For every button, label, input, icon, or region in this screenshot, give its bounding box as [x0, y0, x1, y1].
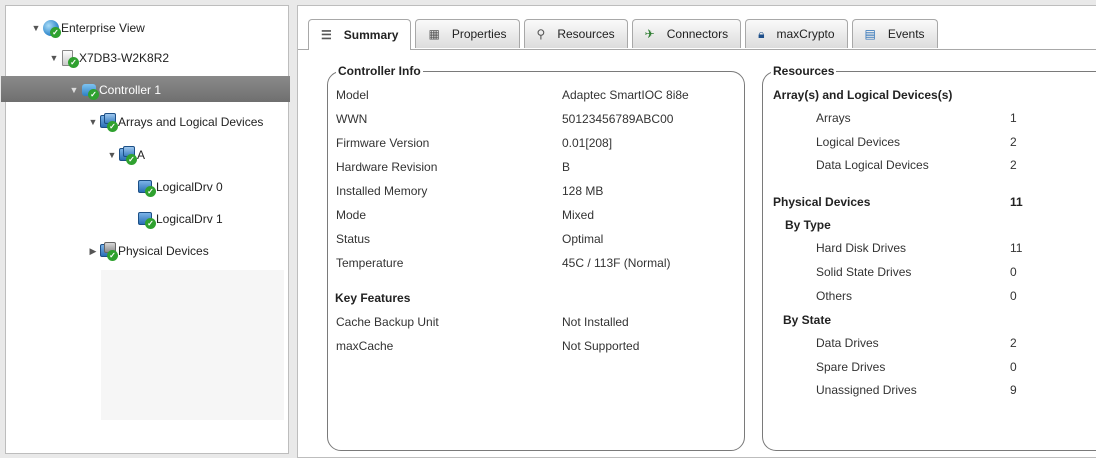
info-value: 0.01[208] [562, 136, 613, 150]
expand-arrow-icon[interactable]: ▼ [87, 117, 99, 127]
server-icon: ✓ [60, 49, 79, 68]
array-icon: ✓ [118, 146, 137, 165]
tab-bar: ☰ Summary ▦ Properties ⚲ Resources ✈ Con… [308, 19, 942, 50]
info-value: 45C / 113F (Normal) [562, 256, 671, 270]
key-features-heading: Key Features [335, 291, 411, 305]
resource-label: Unassigned Drives [816, 383, 917, 397]
physical-devices-icon: ✓ [99, 242, 118, 261]
tab-properties[interactable]: ▦ Properties [415, 19, 520, 48]
info-value: Adaptec SmartIOC 8i8e [562, 88, 689, 102]
resources-group: Resources [762, 64, 1096, 451]
resource-label: Others [816, 289, 853, 303]
info-label: Installed Memory [336, 184, 428, 198]
tab-divider [298, 49, 1096, 50]
tree-node-physical-devices[interactable]: ▶ ✓ Physical Devices [87, 240, 209, 262]
content-panel: ☰ Summary ▦ Properties ⚲ Resources ✈ Con… [297, 5, 1096, 458]
tree-node-enterprise-view[interactable]: ▼ ✓ Enterprise View [30, 17, 145, 39]
resource-label: Hard Disk Drives [816, 241, 907, 255]
by-state-heading: By State [783, 313, 832, 327]
resources-title: Resources [771, 64, 837, 78]
tab-label: Summary [343, 28, 399, 42]
tree-node-controller[interactable]: ▼ ✓ Controller 1 [68, 79, 161, 101]
resource-value: 2 [1010, 158, 1017, 172]
tab-label: Resources [557, 27, 615, 41]
info-label: Status [336, 232, 371, 246]
resource-label: Data Drives [816, 336, 879, 350]
resource-label: Solid State Drives [816, 265, 912, 279]
tree-node-label: Arrays and Logical Devices [118, 115, 264, 129]
feature-value: Not Supported [562, 339, 640, 353]
tree-node-host[interactable]: ▼ ✓ X7DB3-W2K8R2 [48, 47, 169, 69]
tree-node-label: X7DB3-W2K8R2 [79, 51, 170, 65]
tree-node-logicaldrv-1[interactable]: ✓ LogicalDrv 1 [137, 208, 223, 230]
tree-node-label: LogicalDrv 1 [156, 212, 223, 226]
info-label: Hardware Revision [336, 160, 438, 174]
tree-node-logicaldrv-0[interactable]: ✓ LogicalDrv 0 [137, 176, 223, 198]
enterprise-globe-icon: ✓ [42, 19, 61, 38]
expand-arrow-icon[interactable]: ▼ [106, 150, 118, 160]
resource-value: 0 [1010, 265, 1017, 279]
tab-maxcrypto[interactable]: 🔒︎ maxCrypto [745, 19, 848, 48]
tree-node-label: Physical Devices [118, 244, 209, 258]
resource-label: Arrays [816, 111, 851, 125]
resource-value: 9 [1010, 383, 1017, 397]
tree-empty-area [101, 270, 284, 420]
info-value: 128 MB [562, 184, 604, 198]
lock-icon: 🔒︎ [758, 26, 765, 41]
tree-node-label: Controller 1 [99, 83, 162, 97]
feature-label: maxCache [336, 339, 394, 353]
info-value: Optimal [562, 232, 604, 246]
resource-value: 2 [1010, 336, 1017, 350]
info-value: B [562, 160, 571, 174]
properties-icon: ▦ [428, 27, 440, 41]
collapse-arrow-icon[interactable]: ▶ [87, 246, 99, 257]
info-label: Temperature [336, 256, 404, 270]
resource-label: Logical Devices [816, 135, 901, 149]
tree-node-label: Enterprise View [61, 21, 145, 35]
tab-label: Properties [451, 27, 507, 41]
resource-label: Spare Drives [816, 360, 886, 374]
info-label: Mode [336, 208, 367, 222]
resource-value: 0 [1010, 289, 1017, 303]
info-label: WWN [336, 112, 368, 126]
info-label: Firmware Version [336, 136, 430, 150]
arrays-heading: Array(s) and Logical Devices(s) [773, 88, 953, 102]
tree-node-label: A [137, 148, 146, 162]
logical-drive-icon: ✓ [137, 210, 156, 229]
tab-label: maxCrypto [776, 27, 835, 41]
feature-value: Not Installed [562, 315, 629, 329]
tree-node-label: LogicalDrv 0 [156, 180, 223, 194]
expand-arrow-icon[interactable]: ▼ [48, 53, 60, 63]
tab-label: Connectors [666, 27, 729, 41]
resource-value: 0 [1010, 360, 1017, 374]
resource-label: Data Logical Devices [816, 158, 929, 172]
resource-value: 11 [1010, 241, 1023, 255]
tab-label: Events [887, 27, 925, 41]
info-value: Mixed [562, 208, 595, 222]
physical-devices-total: 11 [1010, 195, 1023, 209]
calendar-icon: ▤ [864, 27, 876, 41]
resource-value: 2 [1010, 135, 1017, 149]
tree-node-arrays[interactable]: ▼ ✓ Arrays and Logical Devices [87, 111, 263, 133]
expand-arrow-icon[interactable]: ▼ [68, 85, 80, 95]
tab-connectors[interactable]: ✈ Connectors [631, 19, 742, 48]
info-label: Model [336, 88, 369, 102]
document-icon: ☰ [321, 28, 332, 42]
logical-drive-icon: ✓ [137, 178, 156, 197]
by-type-heading: By Type [785, 218, 831, 232]
connector-icon: ✈ [644, 27, 655, 41]
controller-info-title: Controller Info [336, 64, 423, 78]
info-value: 50123456789ABC00 [562, 112, 674, 126]
physical-devices-heading: Physical Devices [773, 195, 871, 209]
magnifier-icon: ⚲ [536, 27, 546, 41]
tab-resources[interactable]: ⚲ Resources [523, 19, 628, 48]
tree-node-array-a[interactable]: ▼ ✓ A [106, 144, 145, 166]
disks-stack-icon: ✓ [99, 113, 118, 132]
tab-events[interactable]: ▤ Events [851, 19, 938, 48]
feature-label: Cache Backup Unit [336, 315, 439, 329]
tab-summary[interactable]: ☰ Summary [308, 19, 412, 50]
expand-arrow-icon[interactable]: ▼ [30, 23, 42, 33]
controller-icon: ✓ [80, 81, 99, 100]
resource-value: 1 [1010, 111, 1017, 125]
